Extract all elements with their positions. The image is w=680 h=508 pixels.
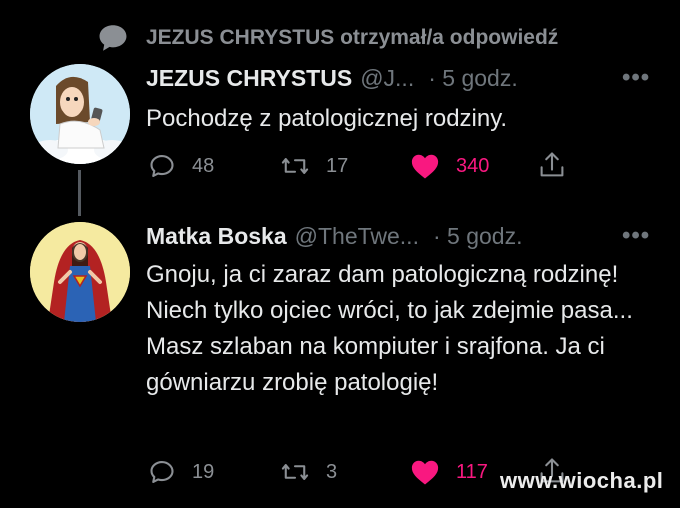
reply-icon [150, 461, 174, 483]
heart-icon [411, 460, 439, 485]
author-handle[interactable]: @TheTwe... [295, 223, 419, 250]
reply-icon [150, 155, 174, 177]
like-count: 117 [456, 460, 488, 483]
reply-context-text: JEZUS CHRYSTUS otrzymał/a odpowiedź [146, 26, 559, 49]
retweet-count: 17 [326, 154, 349, 177]
tweet-time[interactable]: · 5 godz. [428, 65, 518, 92]
reply-context[interactable]: JEZUS CHRYSTUS otrzymał/a odpowiedź [96, 20, 558, 56]
tweet-time[interactable]: · 5 godz. [433, 223, 523, 250]
author-name[interactable]: Matka Boska [146, 223, 287, 250]
reply-button[interactable]: 19 [148, 458, 214, 486]
retweet-button[interactable]: 17 [280, 152, 348, 180]
more-icon[interactable]: ••• [622, 64, 650, 92]
retweet-icon [281, 158, 309, 174]
avatar-cartoon-image [30, 64, 130, 164]
reply-count: 48 [192, 154, 215, 177]
avatar-figure-image [30, 222, 130, 322]
tweet-text: Pochodzę z patologicznej rodziny. [146, 105, 508, 132]
tweet-header: JEZUS CHRYSTUS @J... · 5 godz. [146, 60, 518, 96]
retweet-button[interactable]: 3 [280, 458, 337, 486]
more-icon[interactable]: ••• [622, 222, 650, 250]
like-button[interactable]: 117 [410, 458, 488, 486]
tweet-header: Matka Boska @TheTwe... · 5 godz. [146, 218, 522, 254]
avatar[interactable] [30, 64, 130, 164]
reply-count: 19 [192, 460, 215, 483]
thread-line [78, 170, 81, 216]
heart-icon [411, 154, 439, 179]
author-handle[interactable]: @J... [360, 65, 414, 92]
watermark: www.wiocha.pl [500, 468, 664, 493]
retweet-icon [281, 464, 309, 480]
reply-button[interactable]: 48 [148, 152, 214, 180]
speech-bubble-icon [99, 25, 127, 51]
like-count: 340 [456, 154, 490, 177]
share-button[interactable] [538, 150, 582, 180]
author-name[interactable]: JEZUS CHRYSTUS [146, 65, 352, 92]
share-icon [540, 152, 564, 177]
like-button[interactable]: 340 [410, 152, 489, 180]
avatar[interactable] [30, 222, 130, 322]
tweet-text: Gnoju, ja ci zaraz dam patologiczną rodz… [146, 261, 633, 396]
retweet-count: 3 [326, 460, 338, 483]
